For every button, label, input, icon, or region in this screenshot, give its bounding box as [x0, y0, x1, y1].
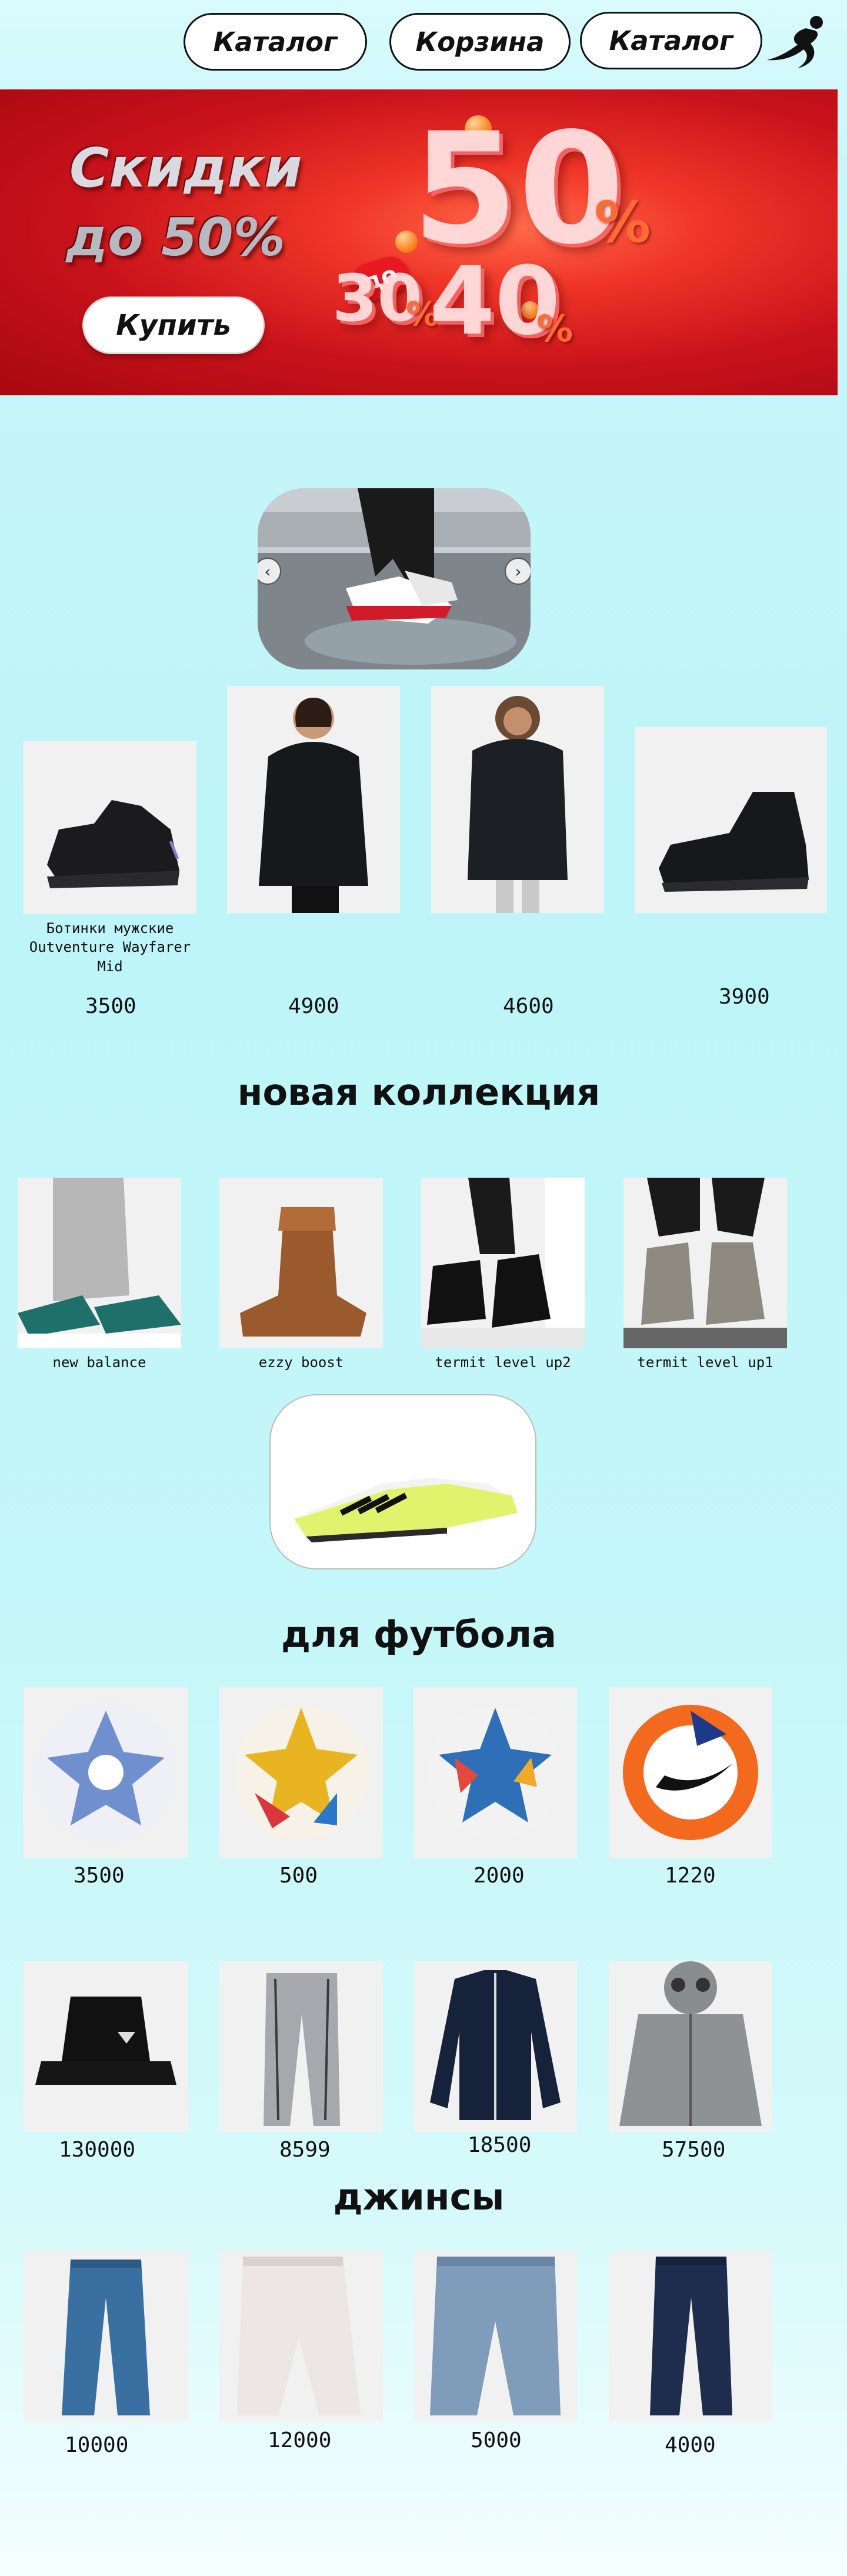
banner-subtitle: до 50%: [66, 207, 285, 268]
banner-title: Скидки: [69, 136, 302, 199]
product-image[interactable]: [24, 1961, 188, 2132]
product-image[interactable]: [219, 1178, 383, 1348]
percent-sign: %: [594, 189, 651, 255]
product-image[interactable]: [219, 1687, 383, 1858]
product-price: 4600: [503, 994, 554, 1018]
product-price: 500: [279, 1864, 318, 1888]
product-price: 3500: [74, 1864, 125, 1888]
product-image[interactable]: [609, 1961, 772, 2132]
promo-banner: Скидки до 50% Купить до 50 % 30 % 40 %: [0, 89, 838, 395]
product-image[interactable]: [414, 2251, 577, 2421]
buy-button[interactable]: Купить: [82, 296, 265, 354]
image-slider[interactable]: ‹ ›: [258, 488, 531, 669]
product-image[interactable]: [414, 1961, 577, 2132]
product-image[interactable]: [24, 1687, 188, 1858]
featured-shoe-image: [294, 1478, 518, 1542]
product-price: 3900: [719, 985, 770, 1009]
product-price: 57500: [662, 2138, 726, 2162]
product-image[interactable]: [219, 1961, 383, 2132]
product-name: Ботинки мужские Outventure Wayfarer Mid: [29, 920, 191, 975]
product-image[interactable]: [24, 2251, 188, 2421]
nav-cart-button[interactable]: Корзина: [389, 13, 571, 71]
featured-product-card[interactable]: [269, 1394, 536, 1569]
product-price: 2000: [473, 1864, 525, 1888]
nav-catalog-button[interactable]: Каталог: [184, 13, 367, 71]
nav-catalog-button-2[interactable]: Каталог: [580, 12, 762, 69]
product-image[interactable]: [414, 1687, 577, 1858]
product-image[interactable]: [219, 2251, 383, 2421]
chevron-left-icon: ‹: [264, 561, 271, 581]
product-price: 18500: [468, 2133, 532, 2157]
product-image[interactable]: [635, 727, 827, 913]
product-price: 1220: [665, 1864, 716, 1888]
product-name: termit level up1: [637, 1354, 773, 1371]
product-price: 4000: [665, 2433, 716, 2457]
product-name: new balance: [52, 1354, 146, 1371]
product-image[interactable]: [227, 686, 400, 913]
product-price: 130000: [59, 2138, 136, 2162]
product-price: 5000: [471, 2428, 522, 2452]
product-image[interactable]: [431, 686, 604, 913]
slider-image: [258, 488, 531, 669]
product-price: 10000: [65, 2433, 129, 2457]
product-name: termit level up2: [435, 1354, 571, 1371]
product-image[interactable]: [24, 741, 196, 914]
product-image[interactable]: [623, 1178, 787, 1348]
percent-sign: %: [536, 307, 573, 350]
product-image[interactable]: [18, 1178, 181, 1348]
product-price: 12000: [268, 2428, 332, 2452]
section-title-football: для футбола: [281, 1613, 556, 1656]
product-image[interactable]: [609, 1687, 772, 1858]
product-price: 8599: [279, 2138, 331, 2162]
slider-next-button[interactable]: ›: [505, 558, 531, 585]
product-price: 3500: [85, 994, 136, 1018]
runner-logo-icon[interactable]: [765, 14, 829, 71]
chevron-right-icon: ›: [515, 561, 522, 581]
discount-number-50: 50: [412, 101, 625, 278]
product-image[interactable]: [609, 2251, 772, 2421]
product-name: ezzy boost: [258, 1354, 344, 1371]
section-title-jeans: джинсы: [333, 2175, 505, 2218]
product-image[interactable]: [421, 1178, 585, 1348]
product-price: 4900: [288, 994, 339, 1018]
section-title-new-collection: новая коллекция: [237, 1071, 601, 1114]
